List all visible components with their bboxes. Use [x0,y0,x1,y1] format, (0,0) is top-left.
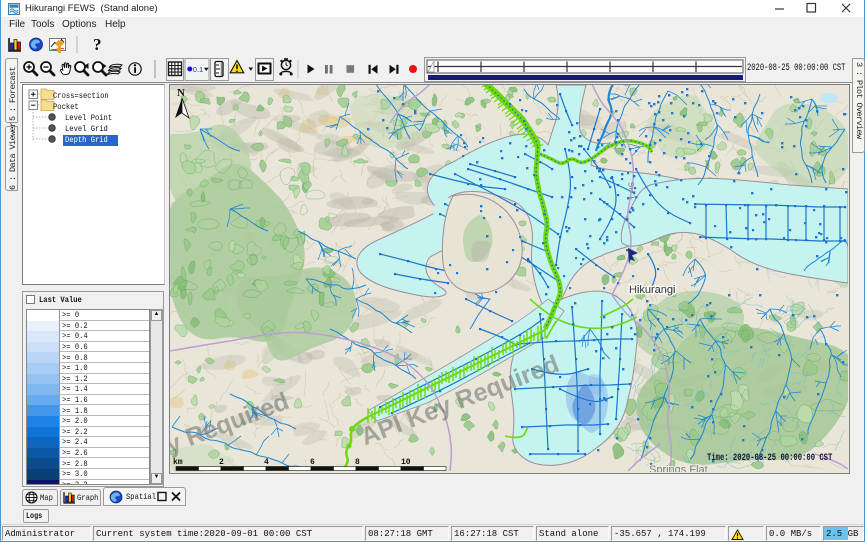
svg-text:N: N [177,87,185,99]
svg-text:Springs Flat: Springs Flat [649,464,708,472]
svg-text:km: km [173,458,183,467]
svg-text:?: ? [93,35,102,54]
svg-text:Hikurangi: Hikurangi [629,284,675,296]
svg-text:8: 8 [355,458,360,467]
svg-text:4: 4 [264,458,269,467]
svg-text:2: 2 [219,458,224,467]
svg-text:0.1: 0.1 [193,65,203,74]
svg-text:10: 10 [401,458,411,467]
svg-text:6: 6 [310,458,315,467]
